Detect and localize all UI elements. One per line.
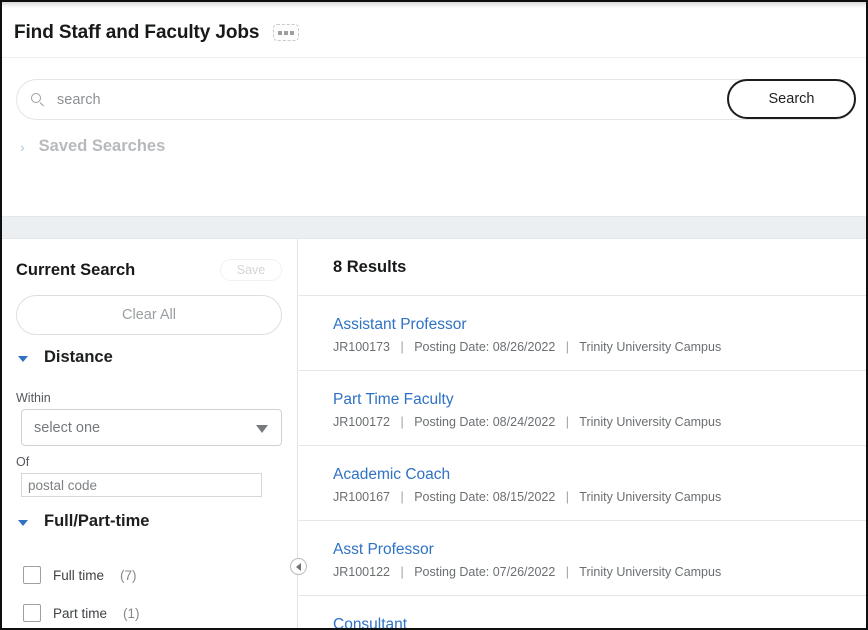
result-meta: JR100122 | Posting Date: 07/26/2022 | Tr… [333,565,866,579]
facets-sidebar: Current Search Save Clear All Distance W… [2,239,298,628]
chevron-down-icon [18,355,28,362]
postal-code-input[interactable] [21,473,262,497]
clear-all-button[interactable]: Clear All [16,295,282,335]
result-location: Trinity University Campus [579,415,722,430]
chevron-down-icon [18,519,28,526]
search-region: Search › Saved Searches [2,59,866,218]
search-icon [31,93,46,108]
facet-header-full-part-time[interactable]: Full/Part-time [18,512,149,531]
checkbox-part-time[interactable] [23,604,41,622]
result-meta: JR100173 | Posting Date: 08/26/2022 | Tr… [333,340,866,354]
caret-left-icon [295,562,301,571]
sidebar-collapse-handle[interactable] [290,558,307,575]
facet-title-full-part-time: Full/Part-time [44,512,150,530]
result-title-link[interactable]: Part Time Faculty [333,391,866,408]
facet-header-distance[interactable]: Distance [18,348,113,367]
facet-option-label: Full time [53,567,105,583]
result-row[interactable]: Consultant [299,595,866,628]
facet-option-full-time[interactable]: Full time (7) [23,566,137,584]
result-meta: JR100172 | Posting Date: 08/24/2022 | Tr… [333,415,866,429]
meta-separator: | [565,415,570,430]
results-count: 8 Results [333,258,407,276]
result-id: JR100167 [333,490,390,505]
meta-separator: | [400,340,404,355]
meta-separator: | [400,565,404,580]
meta-separator: | [400,490,404,505]
search-button[interactable]: Search [727,79,856,119]
caret-down-icon [256,425,268,433]
content-area: Current Search Save Clear All Distance W… [2,239,866,628]
section-divider-band [2,216,866,239]
application-window: Find Staff and Faculty Jobs Search › Sav… [0,0,868,630]
chevron-right-icon: › [20,138,25,155]
meta-separator: | [400,415,404,430]
results-list: Assistant Professor JR100173 | Posting D… [299,295,866,628]
search-row: Search [16,79,856,120]
result-title-link[interactable]: Assistant Professor [333,316,866,333]
result-title-link[interactable]: Asst Professor [333,541,866,558]
facet-option-part-time[interactable]: Part time (1) [23,604,140,622]
page-title: Find Staff and Faculty Jobs [14,21,260,43]
checkbox-full-time[interactable] [23,566,41,584]
result-posting-date: Posting Date: 08/15/2022 [414,490,556,505]
within-distance-value: select one [34,419,101,436]
field-label-within: Within [16,391,51,405]
meta-separator: | [565,565,570,580]
result-id: JR100172 [333,415,390,430]
result-row[interactable]: Assistant Professor JR100173 | Posting D… [299,295,866,370]
result-posting-date: Posting Date: 07/26/2022 [414,565,556,580]
saved-searches-toggle[interactable]: › Saved Searches [20,137,165,156]
result-row[interactable]: Academic Coach JR100167 | Posting Date: … [299,445,866,520]
result-posting-date: Posting Date: 08/24/2022 [414,415,556,430]
facet-title-distance: Distance [44,348,113,366]
result-location: Trinity University Campus [579,340,722,355]
ellipsis-dot [290,30,295,35]
saved-searches-label: Saved Searches [38,137,166,155]
ellipsis-dot [284,30,289,35]
current-search-header: Current Search Save [16,258,282,282]
current-search-label: Current Search [16,260,136,279]
result-id: JR100173 [333,340,390,355]
search-input[interactable] [55,81,715,119]
save-search-button[interactable]: Save [220,259,282,281]
meta-separator: | [565,340,570,355]
result-id: JR100122 [333,565,390,580]
page-header: Find Staff and Faculty Jobs [2,8,866,58]
result-posting-date: Posting Date: 08/26/2022 [414,340,556,355]
result-row[interactable]: Part Time Faculty JR100172 | Posting Dat… [299,370,866,445]
ellipsis-icon[interactable] [273,24,300,41]
results-panel: 8 Results Assistant Professor JR100173 |… [299,239,866,628]
facet-option-count: (7) [120,567,137,583]
result-title-link[interactable]: Consultant [333,616,866,628]
facet-option-label: Part time [53,605,108,621]
result-title-link[interactable]: Academic Coach [333,466,866,483]
result-location: Trinity University Campus [579,490,722,505]
facet-option-count: (1) [123,605,140,621]
within-distance-select[interactable]: select one [21,409,282,446]
meta-separator: | [565,490,570,505]
field-label-of: Of [16,455,30,469]
result-row[interactable]: Asst Professor JR100122 | Posting Date: … [299,520,866,595]
ellipsis-dot [278,30,283,35]
result-meta: JR100167 | Posting Date: 08/15/2022 | Tr… [333,490,866,504]
search-icon-handle [39,102,44,107]
result-location: Trinity University Campus [579,565,722,580]
